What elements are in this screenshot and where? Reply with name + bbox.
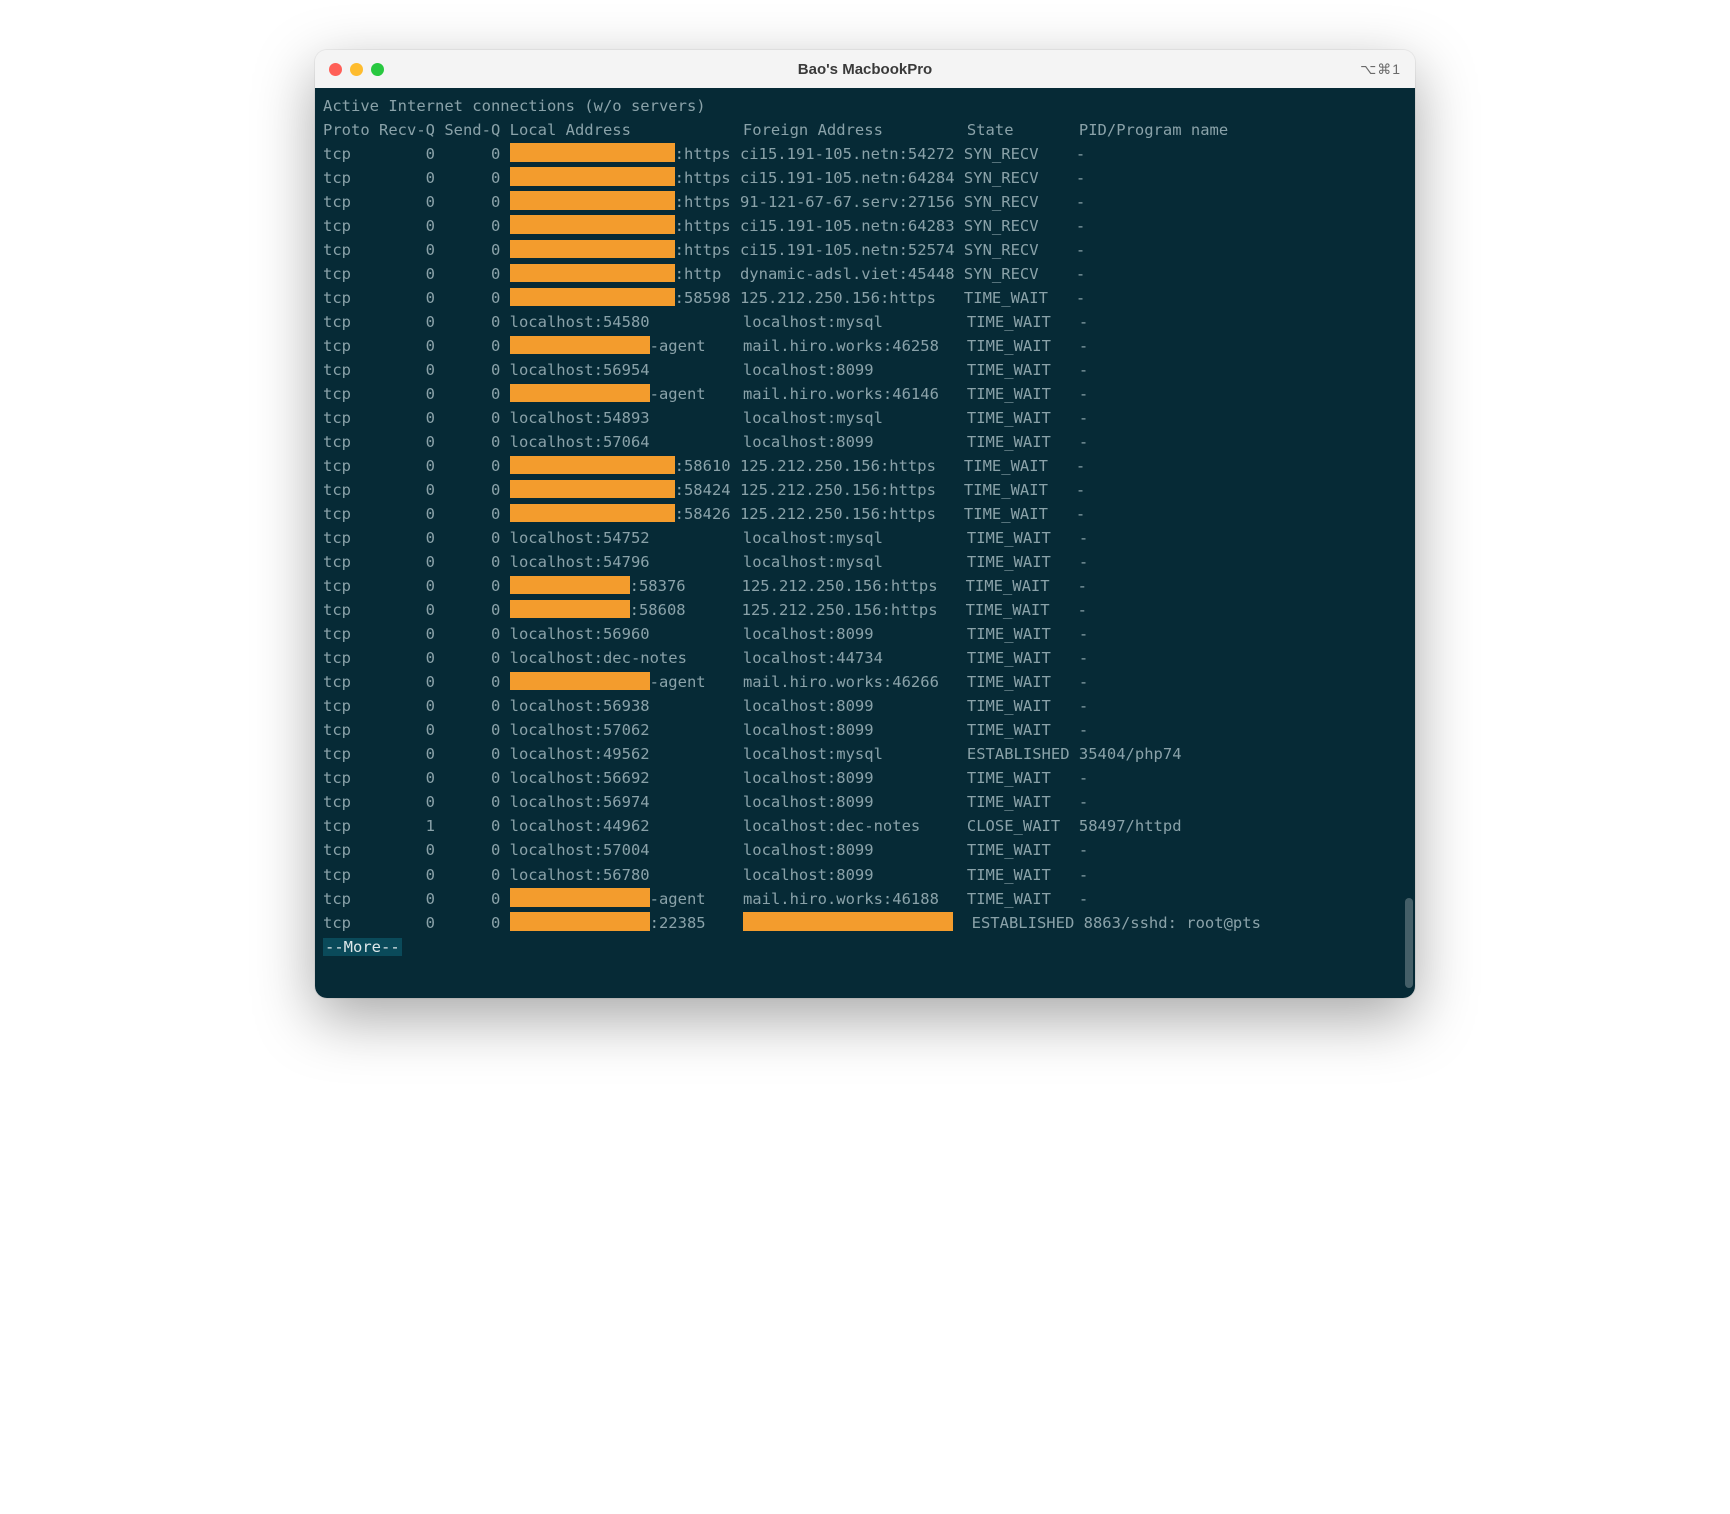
table-row: tcp 0 0 :58598 125.212.250.156:https TIM… <box>323 286 1407 310</box>
redacted-local-address <box>510 576 630 595</box>
zoom-icon[interactable] <box>371 63 384 76</box>
redacted-local-address <box>510 191 675 210</box>
redacted-local-address <box>510 336 650 355</box>
titlebar-shortcut: ⌥⌘1 <box>1360 61 1401 78</box>
window-title: Bao's MacbookPro <box>315 61 1415 78</box>
table-row: tcp 0 0 -agent mail.hiro.works:46258 TIM… <box>323 334 1407 358</box>
traffic-lights <box>329 63 384 76</box>
table-row: tcp 0 0 :58426 125.212.250.156:https TIM… <box>323 502 1407 526</box>
table-row: tcp 0 0 :58424 125.212.250.156:https TIM… <box>323 478 1407 502</box>
connection-rows: tcp 0 0 :https ci15.191-105.netn:54272 S… <box>323 142 1407 935</box>
table-row: tcp 0 0 localhost:54752 localhost:mysql … <box>323 526 1407 550</box>
table-row: tcp 0 0 -agent mail.hiro.works:46146 TIM… <box>323 382 1407 406</box>
table-row: tcp 0 0 localhost:56780 localhost:8099 T… <box>323 863 1407 887</box>
table-row: tcp 0 0 localhost:57004 localhost:8099 T… <box>323 838 1407 862</box>
table-row: tcp 0 0 localhost:dec-notes localhost:44… <box>323 646 1407 670</box>
table-row: tcp 0 0 :https 91-121-67-67.serv:27156 S… <box>323 190 1407 214</box>
table-row: tcp 0 0 localhost:54893 localhost:mysql … <box>323 406 1407 430</box>
scrollbar-track[interactable] <box>1403 92 1413 994</box>
table-row: tcp 0 0 :58610 125.212.250.156:https TIM… <box>323 454 1407 478</box>
terminal-body[interactable]: Active Internet connections (w/o servers… <box>315 88 1415 998</box>
netstat-header: Active Internet connections (w/o servers… <box>323 94 1407 118</box>
redacted-local-address <box>510 384 650 403</box>
table-row: tcp 0 0 :https ci15.191-105.netn:64284 S… <box>323 166 1407 190</box>
table-row: tcp 0 0 -agent mail.hiro.works:46188 TIM… <box>323 887 1407 911</box>
table-row: tcp 0 0 :http dynamic-adsl.viet:45448 SY… <box>323 262 1407 286</box>
table-row: tcp 0 0 localhost:56692 localhost:8099 T… <box>323 766 1407 790</box>
close-icon[interactable] <box>329 63 342 76</box>
table-row: tcp 0 0 :22385 ESTABLISHED 8863/sshd: ro… <box>323 911 1407 935</box>
redacted-local-address <box>510 672 650 691</box>
window-titlebar[interactable]: Bao's MacbookPro ⌥⌘1 <box>315 50 1415 88</box>
redacted-local-address <box>510 143 675 162</box>
column-header-row: Proto Recv-Q Send-Q Local Address Foreig… <box>323 118 1407 142</box>
table-row: tcp 0 0 localhost:56960 localhost:8099 T… <box>323 622 1407 646</box>
redacted-local-address <box>510 167 675 186</box>
table-row: tcp 0 0 localhost:49562 localhost:mysql … <box>323 742 1407 766</box>
scrollbar-thumb[interactable] <box>1405 898 1413 988</box>
redacted-foreign-address <box>743 912 953 931</box>
table-row: tcp 0 0 -agent mail.hiro.works:46266 TIM… <box>323 670 1407 694</box>
table-row: tcp 0 0 localhost:54580 localhost:mysql … <box>323 310 1407 334</box>
terminal-window: Bao's MacbookPro ⌥⌘1 Active Internet con… <box>315 50 1415 998</box>
table-row: tcp 0 0 :https ci15.191-105.netn:54272 S… <box>323 142 1407 166</box>
redacted-local-address <box>510 288 675 307</box>
table-row: tcp 0 0 localhost:57062 localhost:8099 T… <box>323 718 1407 742</box>
table-row: tcp 0 0 localhost:56938 localhost:8099 T… <box>323 694 1407 718</box>
redacted-local-address <box>510 480 675 499</box>
minimize-icon[interactable] <box>350 63 363 76</box>
table-row: tcp 0 0 :https ci15.191-105.netn:52574 S… <box>323 238 1407 262</box>
redacted-local-address <box>510 504 675 523</box>
table-row: tcp 0 0 localhost:57064 localhost:8099 T… <box>323 430 1407 454</box>
more-prompt[interactable]: --More-- <box>323 938 402 956</box>
redacted-local-address <box>510 456 675 475</box>
table-row: tcp 0 0 :58376 125.212.250.156:https TIM… <box>323 574 1407 598</box>
redacted-local-address <box>510 888 650 907</box>
table-row: tcp 0 0 localhost:56974 localhost:8099 T… <box>323 790 1407 814</box>
redacted-local-address <box>510 600 630 619</box>
table-row: tcp 0 0 :58608 125.212.250.156:https TIM… <box>323 598 1407 622</box>
redacted-local-address <box>510 912 650 931</box>
table-row: tcp 0 0 localhost:54796 localhost:mysql … <box>323 550 1407 574</box>
redacted-local-address <box>510 240 675 259</box>
redacted-local-address <box>510 264 675 283</box>
table-row: tcp 0 0 localhost:56954 localhost:8099 T… <box>323 358 1407 382</box>
redacted-local-address <box>510 215 675 234</box>
table-row: tcp 1 0 localhost:44962 localhost:dec-no… <box>323 814 1407 838</box>
table-row: tcp 0 0 :https ci15.191-105.netn:64283 S… <box>323 214 1407 238</box>
